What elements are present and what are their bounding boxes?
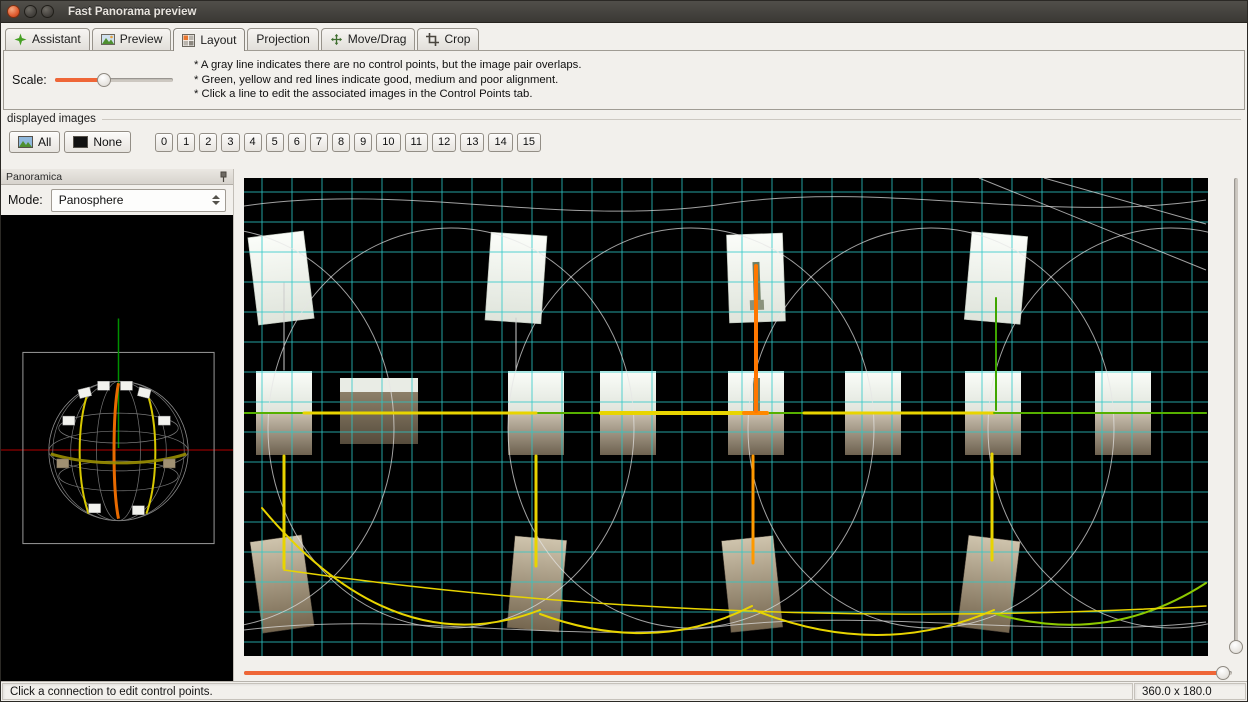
tab-label: Layout: [200, 33, 236, 47]
pin-icon[interactable]: [219, 171, 228, 183]
minimize-button[interactable]: [24, 5, 37, 18]
vscroll-trough[interactable]: [1234, 178, 1238, 648]
panosphere-preview-svg: [1, 215, 233, 681]
image-toggle-15[interactable]: 15: [517, 133, 541, 152]
frame-divider: [102, 119, 1241, 120]
all-images-icon: [18, 136, 33, 148]
maximize-button[interactable]: [41, 5, 54, 18]
displayed-images-label: displayed images: [7, 113, 96, 125]
image-toggle-5[interactable]: 5: [266, 133, 284, 152]
tab-label: Move/Drag: [348, 32, 407, 46]
hscroll-fill: [244, 671, 1220, 675]
mode-row: Mode: Panosphere: [1, 185, 233, 215]
help-line-3: * Click a line to edit the associated im…: [194, 87, 581, 102]
tab-label: Preview: [120, 32, 163, 46]
image-toggle-14[interactable]: 14: [488, 133, 512, 152]
image-toggle-13[interactable]: 13: [460, 133, 484, 152]
mode-label: Mode:: [8, 193, 43, 207]
assistant-icon: [14, 33, 27, 46]
show-none-button[interactable]: None: [64, 131, 131, 153]
none-label: None: [93, 135, 122, 149]
app-window: Fast Panorama preview Assistant Preview …: [0, 0, 1248, 702]
panoramica-dock: Panoramica Mode: Panosphere: [1, 169, 234, 681]
image-toggle-0[interactable]: 0: [155, 133, 173, 152]
main-area: Panoramica Mode: Panosphere: [1, 169, 1247, 681]
image-toggle-12[interactable]: 12: [432, 133, 456, 152]
tab-label: Projection: [256, 32, 309, 46]
pano-dimensions: 360.0 x 180.0: [1134, 683, 1246, 700]
layout-canvas[interactable]: [244, 178, 1208, 656]
image-toggle-8[interactable]: 8: [332, 133, 350, 152]
tab-move-drag[interactable]: Move/Drag: [321, 28, 416, 50]
statusbar: Click a connection to edit control point…: [1, 681, 1247, 701]
scale-slider-handle[interactable]: [97, 73, 111, 87]
tab-assistant[interactable]: Assistant: [5, 28, 90, 50]
image-toggle-row: All None 0123456789101112131415: [7, 125, 1241, 159]
crop-icon: [426, 33, 439, 46]
dock-title: Panoramica: [6, 171, 62, 183]
tab-label: Crop: [444, 32, 470, 46]
vertical-scrollbar[interactable]: [1229, 178, 1244, 656]
image-number-buttons: 0123456789101112131415: [155, 133, 541, 152]
combo-spinner-icon[interactable]: [212, 195, 220, 205]
displayed-images-frame: displayed images All None 01234567891011…: [1, 110, 1247, 159]
image-toggle-1[interactable]: 1: [177, 133, 195, 152]
layout-canvas-svg[interactable]: [244, 178, 1208, 656]
image-toggle-3[interactable]: 3: [221, 133, 239, 152]
layout-options-panel: Scale: * A gray line indicates there are…: [3, 50, 1245, 110]
image-toggle-2[interactable]: 2: [199, 133, 217, 152]
tab-preview[interactable]: Preview: [92, 28, 172, 50]
panosphere-preview[interactable]: [1, 215, 233, 681]
all-label: All: [38, 135, 51, 149]
scale-label: Scale:: [12, 73, 47, 87]
layout-help-text: * A gray line indicates there are no con…: [194, 58, 581, 103]
image-toggle-6[interactable]: 6: [288, 133, 306, 152]
layout-icon: [182, 34, 195, 47]
tab-projection[interactable]: Projection: [247, 28, 318, 50]
window-title: Fast Panorama preview: [68, 6, 196, 18]
no-images-icon: [73, 136, 88, 148]
show-all-button[interactable]: All: [9, 131, 60, 153]
preview-icon: [101, 33, 115, 46]
tab-label: Assistant: [32, 32, 81, 46]
image-toggle-7[interactable]: 7: [310, 133, 328, 152]
mode-select[interactable]: Panosphere: [51, 189, 226, 212]
tab-crop[interactable]: Crop: [417, 28, 479, 50]
help-line-2: * Green, yellow and red lines indicate g…: [194, 73, 581, 88]
titlebar[interactable]: Fast Panorama preview: [1, 1, 1247, 23]
status-message: Click a connection to edit control point…: [2, 683, 1133, 700]
scale-control: Scale:: [12, 73, 180, 87]
hscroll-handle[interactable]: [1216, 666, 1230, 680]
dock-header[interactable]: Panoramica: [1, 169, 233, 185]
mode-value: Panosphere: [59, 193, 124, 207]
horizontal-scrollbar[interactable]: [244, 666, 1240, 681]
image-toggle-10[interactable]: 10: [376, 133, 400, 152]
scale-slider[interactable]: [55, 73, 173, 87]
vscroll-handle[interactable]: [1229, 640, 1243, 654]
move-drag-icon: [330, 33, 343, 46]
image-toggle-9[interactable]: 9: [354, 133, 372, 152]
tab-layout[interactable]: Layout: [173, 28, 245, 51]
close-button[interactable]: [7, 5, 20, 18]
image-toggle-4[interactable]: 4: [244, 133, 262, 152]
tab-bar: Assistant Preview Layout Projection Move…: [1, 23, 1247, 50]
help-line-1: * A gray line indicates there are no con…: [194, 58, 581, 73]
layout-canvas-area: [234, 169, 1247, 681]
image-toggle-11[interactable]: 11: [405, 133, 428, 152]
